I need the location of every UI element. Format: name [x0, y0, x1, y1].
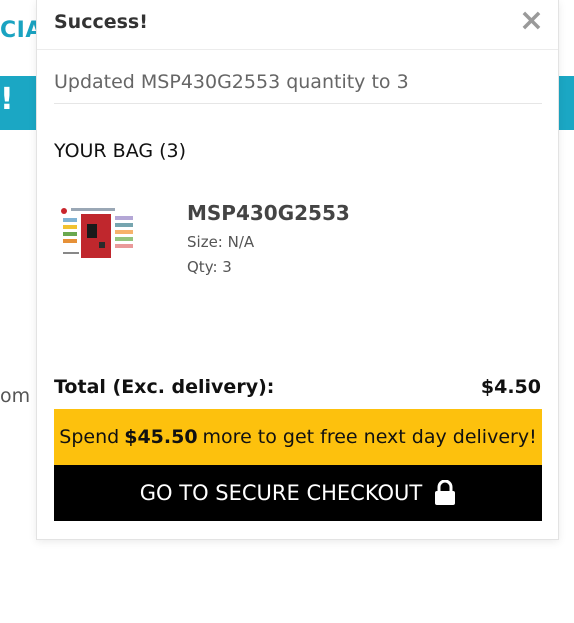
free-delivery-banner: Spend $45.50 more to get free next day d… [54, 409, 542, 465]
promo-suffix: more to get free next day delivery! [202, 426, 537, 448]
product-size: Size: N/A [187, 233, 255, 251]
popup-header: Success! × [37, 0, 558, 50]
promo-amount: $45.50 [124, 426, 198, 448]
lock-icon [434, 480, 456, 506]
cart-popup: Success! × Updated MSP430G2553 quantity … [36, 0, 559, 540]
popup-title: Success! [54, 11, 148, 33]
bag-heading: YOUR BAG (3) [54, 140, 187, 162]
promo-prefix: Spend [59, 426, 120, 448]
product-name[interactable]: MSP430G2553 [187, 201, 350, 225]
total-value: $4.50 [480, 376, 541, 398]
update-notice: Updated MSP430G2553 quantity to 3 [54, 71, 542, 104]
secure-checkout-button[interactable]: GO TO SECURE CHECKOUT [54, 465, 542, 521]
product-thumbnail[interactable] [59, 204, 141, 264]
checkout-label: GO TO SECURE CHECKOUT [139, 481, 423, 505]
close-icon[interactable]: × [519, 6, 544, 36]
product-quantity: Qty: 3 [187, 258, 232, 276]
background-banner-text: ! [0, 82, 14, 117]
total-label: Total (Exc. delivery): [54, 376, 275, 398]
product-board-icon [59, 204, 141, 264]
